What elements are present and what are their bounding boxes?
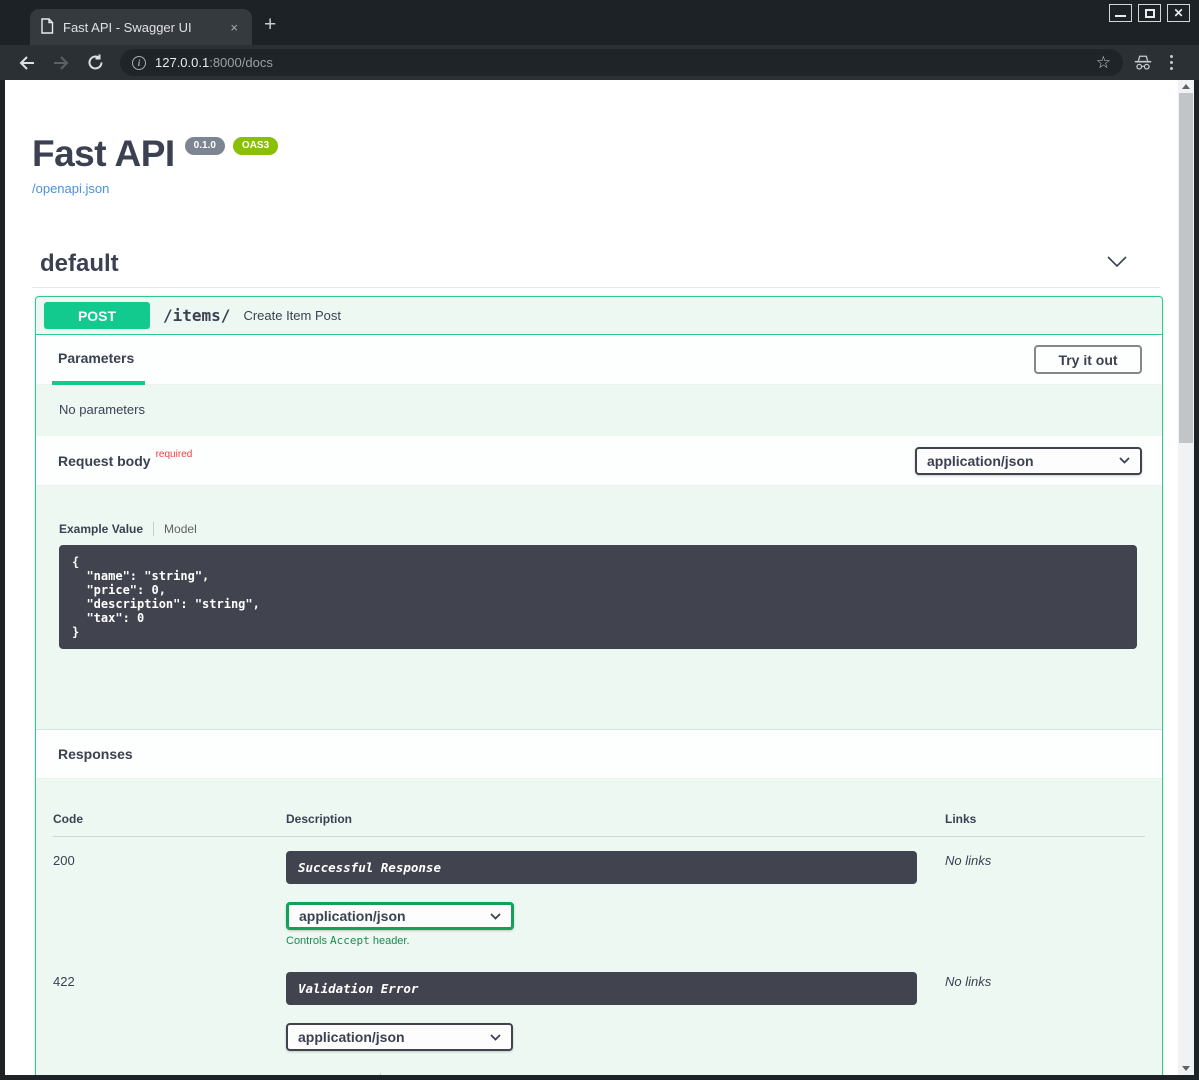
model-tab[interactable]: Model: [164, 522, 197, 536]
model-example-tabs: Example Value Model: [59, 521, 1139, 536]
no-parameters-text: No parameters: [36, 385, 1162, 436]
tag-section-header[interactable]: default: [40, 250, 1128, 278]
parameters-header: Parameters Try it out: [36, 335, 1162, 385]
maximize-button[interactable]: [1138, 4, 1161, 22]
browser-titlebar: Fast API - Swagger UI × + ✕: [0, 0, 1199, 45]
site-info-icon[interactable]: i: [132, 56, 146, 70]
responses-table: Code Description Links 200 Successful Re…: [36, 779, 1162, 1075]
api-badges: 0.1.0 OAS3: [185, 137, 278, 155]
example-value-tab[interactable]: Example Value: [286, 1073, 370, 1076]
parameters-tab: Parameters: [58, 350, 134, 370]
example-code: { "name": "string", "price": 0, "descrip…: [72, 555, 1137, 639]
col-description: Description: [286, 812, 945, 826]
page-favicon-icon: [40, 18, 54, 37]
response-description-box: Validation Error: [286, 972, 917, 1005]
response-code: 422: [53, 972, 286, 1075]
select-chevron-icon: [490, 913, 501, 920]
model-tab[interactable]: Model: [391, 1073, 424, 1076]
browser-tab[interactable]: Fast API - Swagger UI ×: [30, 9, 252, 45]
required-flag: required: [156, 449, 193, 460]
api-info: Fast API 0.1.0 OAS3 /openapi.json: [32, 135, 1178, 198]
tab-close-icon[interactable]: ×: [226, 19, 242, 36]
scrollbar-down-arrow[interactable]: [1178, 1062, 1194, 1075]
page-scrollbar[interactable]: [1178, 80, 1194, 1075]
version-badge: 0.1.0: [185, 137, 225, 155]
reload-button[interactable]: [82, 50, 108, 76]
request-body-section: Example Value Model { "name": "string", …: [36, 486, 1162, 729]
browser-menu-button[interactable]: [1157, 50, 1185, 76]
bookmark-star-icon[interactable]: ☆: [1096, 54, 1111, 71]
maximize-icon: [1145, 9, 1155, 18]
response-content-type-select-422[interactable]: application/json: [286, 1023, 513, 1051]
tab-separator: [153, 522, 154, 536]
close-icon: ✕: [1173, 7, 1183, 19]
back-button[interactable]: [14, 50, 40, 76]
tab-separator: [380, 1073, 381, 1076]
response-content-type-select-200[interactable]: application/json: [286, 902, 514, 930]
responses-table-head: Code Description Links: [53, 812, 1145, 837]
minimize-button[interactable]: [1109, 4, 1132, 22]
url-path: :8000/docs: [209, 55, 273, 70]
forward-button[interactable]: [48, 50, 74, 76]
incognito-icon: [1129, 50, 1157, 76]
responses-header: Responses: [36, 729, 1162, 779]
swagger-page: Fast API 0.1.0 OAS3 /openapi.json defaul…: [5, 80, 1178, 1075]
three-dots-icon: [1170, 55, 1173, 70]
scrollbar-thumb[interactable]: [1179, 93, 1193, 443]
openapi-spec-link[interactable]: /openapi.json: [32, 181, 109, 196]
model-example-tabs: Example Value Model: [286, 1072, 945, 1075]
col-links: Links: [945, 812, 1145, 826]
url-text: 127.0.0.1:8000/docs: [155, 55, 273, 70]
response-description-box: Successful Response: [286, 851, 917, 884]
oas3-badge: OAS3: [233, 137, 278, 155]
example-code-block: { "name": "string", "price": 0, "descrip…: [59, 545, 1137, 649]
url-bar[interactable]: i 127.0.0.1:8000/docs ☆: [120, 49, 1123, 76]
response-links: No links: [945, 851, 1145, 947]
request-body-header: Request body required application/json: [36, 436, 1162, 486]
new-tab-button[interactable]: +: [264, 14, 276, 35]
response-desc-cell: Successful Response application/json Con…: [286, 851, 945, 947]
close-button[interactable]: ✕: [1167, 4, 1190, 22]
window-controls: ✕: [1109, 4, 1190, 22]
api-title: Fast API: [32, 135, 175, 172]
response-content-type-422: application/json: [298, 1029, 405, 1045]
browser-toolbar: i 127.0.0.1:8000/docs ☆: [0, 45, 1199, 80]
response-links: No links: [945, 972, 1145, 1075]
tag-title: default: [40, 250, 119, 278]
tab-title: Fast API - Swagger UI: [63, 20, 217, 35]
chevron-down-icon[interactable]: [1106, 255, 1128, 273]
http-method-badge: POST: [44, 302, 150, 329]
response-code: 200: [53, 851, 286, 947]
response-row-200: 200 Successful Response application/json…: [53, 837, 1145, 947]
parameters-tab-label: Parameters: [58, 350, 134, 366]
responses-label: Responses: [58, 746, 133, 762]
try-it-out-button[interactable]: Try it out: [1034, 345, 1142, 374]
response-desc-cell: Validation Error application/json Exampl…: [286, 972, 945, 1075]
response-row-422: 422 Validation Error application/json Ex…: [53, 947, 1145, 1075]
select-chevron-icon: [490, 1034, 501, 1041]
request-content-type-value: application/json: [927, 453, 1034, 469]
example-value-tab[interactable]: Example Value: [59, 522, 143, 536]
scrollbar-up-arrow[interactable]: [1178, 80, 1194, 93]
col-code: Code: [53, 812, 286, 826]
request-content-type-select[interactable]: application/json: [915, 447, 1142, 475]
opblock-summary[interactable]: POST /items/ Create Item Post: [36, 297, 1162, 335]
controls-accept-note: Controls Accept header.: [286, 934, 945, 947]
select-chevron-icon: [1119, 457, 1130, 464]
url-host: 127.0.0.1: [155, 55, 209, 70]
tag-divider: [32, 287, 1160, 288]
post-items-opblock: POST /items/ Create Item Post Parameters…: [35, 296, 1163, 1075]
minimize-icon: [1115, 15, 1126, 17]
page-viewport: Fast API 0.1.0 OAS3 /openapi.json defaul…: [5, 80, 1194, 1075]
endpoint-path: /items/: [163, 306, 230, 325]
response-content-type-200: application/json: [299, 908, 406, 924]
endpoint-summary: Create Item Post: [243, 308, 341, 323]
request-body-label: Request body: [58, 453, 151, 469]
